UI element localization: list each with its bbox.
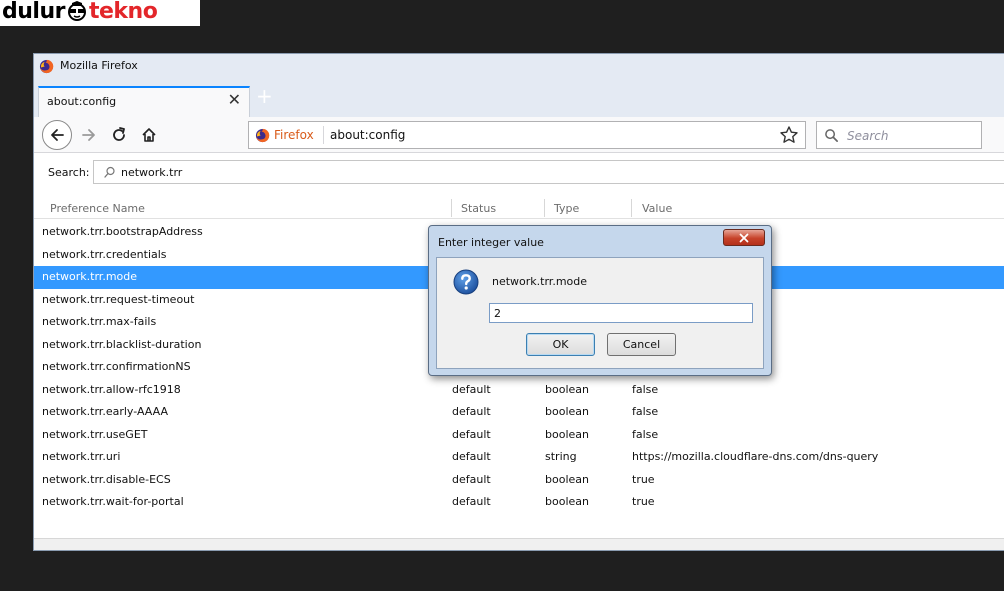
pref-name: network.trr.blacklist-duration bbox=[42, 337, 202, 351]
pref-name: network.trr.request-timeout bbox=[42, 292, 195, 306]
reload-icon bbox=[113, 127, 125, 141]
col-preference-name[interactable]: Preference Name bbox=[50, 202, 145, 215]
pref-name: network.trr.useGET bbox=[42, 427, 148, 441]
dialog-body: network.trr.mode OK Cancel bbox=[436, 257, 764, 369]
pref-value: false bbox=[632, 382, 659, 396]
home-button[interactable] bbox=[138, 124, 160, 146]
tab-title: about:config bbox=[47, 95, 117, 108]
title-bar: Mozilla Firefox bbox=[34, 54, 1004, 80]
close-icon bbox=[739, 233, 749, 242]
pref-name: network.trr.credentials bbox=[42, 247, 167, 261]
window-title: Mozilla Firefox bbox=[60, 59, 138, 72]
back-button[interactable] bbox=[42, 120, 72, 150]
pref-type: boolean bbox=[545, 382, 589, 396]
config-filter-value: network.trr bbox=[121, 166, 183, 179]
pref-name: network.trr.disable-ECS bbox=[42, 472, 171, 486]
table-row[interactable]: network.trr.allow-rfc1918 default boolea… bbox=[34, 379, 1004, 402]
home-icon bbox=[142, 128, 156, 142]
table-row[interactable]: network.trr.early-AAAA default boolean f… bbox=[34, 401, 1004, 424]
pref-status: default bbox=[452, 450, 491, 463]
back-arrow-icon bbox=[51, 129, 64, 141]
config-filter-input[interactable]: network.trr bbox=[93, 160, 1004, 184]
new-tab-button[interactable]: + bbox=[256, 86, 273, 106]
firefox-identity-icon bbox=[255, 128, 270, 143]
table-row[interactable]: network.trr.uri default string https://m… bbox=[34, 446, 1004, 469]
dialog-title: Enter integer value bbox=[438, 236, 544, 249]
pref-name: network.trr.wait-for-portal bbox=[42, 495, 184, 508]
pref-name: network.trr.uri bbox=[42, 450, 121, 463]
integer-value-input[interactable] bbox=[489, 303, 753, 323]
search-bar[interactable]: Search bbox=[816, 121, 982, 149]
column-divider bbox=[544, 199, 545, 217]
firefox-logo-icon bbox=[39, 59, 54, 74]
col-status[interactable]: Status bbox=[461, 202, 496, 215]
dialog-close-button[interactable] bbox=[723, 229, 765, 246]
pref-type: boolean bbox=[545, 495, 589, 508]
star-icon[interactable] bbox=[779, 125, 799, 145]
table-row[interactable]: network.trr.disable-ECS default boolean … bbox=[34, 469, 1004, 492]
config-search-label: Search: bbox=[48, 166, 90, 179]
pref-type: string bbox=[545, 450, 577, 463]
pref-value: true bbox=[632, 495, 655, 508]
tab-close-icon[interactable]: ✕ bbox=[228, 92, 241, 108]
pref-status: default bbox=[452, 472, 491, 486]
pref-value: https://mozilla.cloudflare-dns.com/dns-q… bbox=[632, 450, 879, 463]
forward-arrow-icon bbox=[82, 129, 95, 141]
url-bar[interactable]: Firefox about:config bbox=[248, 121, 806, 149]
pref-value: false bbox=[632, 427, 659, 441]
pref-name: network.trr.max-fails bbox=[42, 315, 157, 328]
cancel-button[interactable]: Cancel bbox=[607, 333, 676, 356]
pref-status: default bbox=[452, 405, 491, 418]
question-icon bbox=[453, 269, 479, 295]
forward-button[interactable] bbox=[78, 124, 100, 146]
url-identity-label: Firefox bbox=[274, 128, 314, 142]
pref-status: default bbox=[452, 382, 491, 396]
watermark-logo: dulur tekno bbox=[2, 0, 158, 25]
pref-value: false bbox=[632, 405, 659, 418]
pref-type: boolean bbox=[545, 405, 589, 418]
mascot-icon bbox=[67, 1, 86, 21]
column-header: Preference Name Status Type Value bbox=[34, 197, 1004, 219]
table-row[interactable]: network.trr.useGET default boolean false bbox=[34, 424, 1004, 447]
pref-type: boolean bbox=[545, 472, 589, 486]
pref-name: network.trr.confirmationNS bbox=[42, 360, 191, 373]
tab-about-config[interactable]: about:config ✕ bbox=[38, 86, 250, 117]
config-search-row: Search: network.trr bbox=[34, 154, 1004, 190]
table-row[interactable]: network.trr.wait-for-portal default bool… bbox=[34, 491, 1004, 514]
pref-status: default bbox=[452, 495, 491, 508]
col-type[interactable]: Type bbox=[554, 202, 579, 215]
ok-button[interactable]: OK bbox=[526, 333, 595, 356]
search-placeholder: Search bbox=[847, 129, 889, 143]
pref-type: boolean bbox=[545, 427, 589, 441]
pref-name: network.trr.early-AAAA bbox=[42, 405, 168, 418]
pref-name: network.trr.mode bbox=[42, 270, 138, 283]
watermark-banner: dulur tekno bbox=[0, 0, 200, 26]
reload-button[interactable] bbox=[108, 124, 130, 146]
integer-input-dialog: Enter integer value network.trr.mode OK … bbox=[428, 225, 772, 376]
pref-name: network.trr.allow-rfc1918 bbox=[42, 382, 181, 396]
url-text[interactable]: about:config bbox=[330, 128, 405, 142]
column-divider bbox=[451, 199, 452, 217]
pref-name: network.trr.bootstrapAddress bbox=[42, 225, 203, 238]
pref-value: true bbox=[632, 472, 655, 486]
magnifier-icon bbox=[104, 166, 115, 178]
dialog-message: network.trr.mode bbox=[492, 275, 588, 288]
watermark-text-1: dulur bbox=[2, 0, 65, 24]
watermark-text-2: tekno bbox=[88, 0, 158, 24]
column-divider bbox=[631, 199, 632, 217]
url-separator bbox=[323, 126, 324, 144]
col-value[interactable]: Value bbox=[642, 202, 672, 215]
tab-strip: about:config ✕ + bbox=[34, 80, 1004, 117]
pref-status: default bbox=[452, 427, 491, 441]
navigation-toolbar: Firefox about:config Search bbox=[34, 117, 1004, 153]
horizontal-scrollbar[interactable] bbox=[34, 538, 1004, 550]
magnifier-icon bbox=[825, 129, 838, 142]
